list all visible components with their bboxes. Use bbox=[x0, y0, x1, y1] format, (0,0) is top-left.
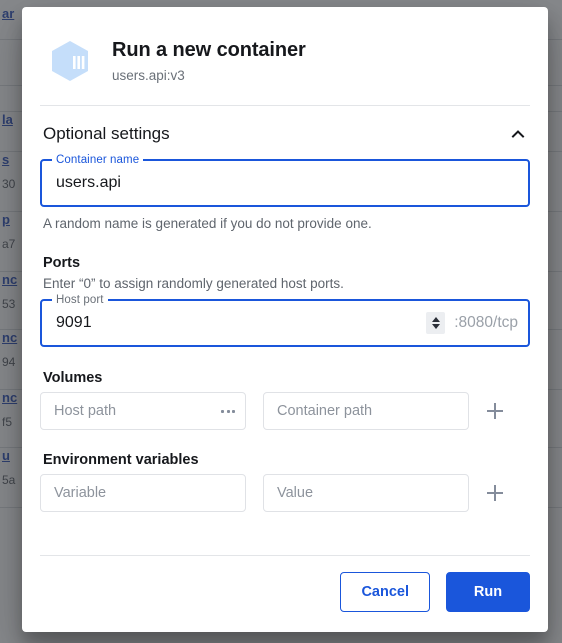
dialog-subtitle-image-tag: users.api:v3 bbox=[112, 68, 185, 83]
optional-settings-toggle[interactable]: Optional settings bbox=[40, 106, 530, 151]
volumes-section-title: Volumes bbox=[43, 370, 103, 386]
optional-settings-label: Optional settings bbox=[43, 124, 170, 143]
env-variable-field[interactable] bbox=[40, 474, 246, 512]
environment-variables-row bbox=[40, 474, 530, 512]
volume-container-path-input[interactable] bbox=[277, 393, 460, 429]
container-name-field[interactable]: Container name bbox=[40, 153, 530, 207]
stepper-up-arrow[interactable] bbox=[431, 317, 440, 322]
chevron-up-icon[interactable] bbox=[508, 124, 528, 144]
dialog-header: Run a new container users.api:v3 bbox=[22, 7, 548, 85]
container-name-label: Container name bbox=[52, 153, 144, 167]
stepper-down-arrow[interactable] bbox=[431, 324, 440, 329]
container-name-hint: A random name is generated if you do not… bbox=[43, 216, 372, 231]
add-env-variable-plus-icon[interactable] bbox=[484, 482, 506, 504]
volume-container-path-field[interactable] bbox=[263, 392, 469, 430]
page-title: Run a new container bbox=[112, 39, 306, 61]
cancel-button[interactable]: Cancel bbox=[340, 572, 430, 612]
host-port-input[interactable] bbox=[56, 301, 427, 345]
run-new-container-dialog: Run a new container users.api:v3 Optiona… bbox=[22, 7, 548, 632]
ellipsis-icon[interactable] bbox=[219, 404, 237, 419]
container-cube-icon bbox=[46, 37, 94, 85]
container-port-suffix: :8080/tcp bbox=[454, 314, 518, 331]
dialog-body: Optional settings Container name A rando… bbox=[22, 106, 548, 555]
dialog-header-text: Run a new container users.api:v3 bbox=[112, 35, 306, 84]
environment-variables-section-title: Environment variables bbox=[43, 452, 199, 468]
volume-host-path-input[interactable] bbox=[54, 393, 219, 429]
ports-section-hint: Enter “0” to assign randomly generated h… bbox=[43, 276, 344, 291]
env-value-input[interactable] bbox=[277, 475, 460, 511]
env-value-field[interactable] bbox=[263, 474, 469, 512]
add-volume-plus-icon[interactable] bbox=[484, 400, 506, 422]
container-name-input[interactable] bbox=[56, 161, 518, 205]
volumes-row bbox=[40, 392, 530, 430]
number-stepper-icon[interactable] bbox=[426, 312, 446, 334]
host-port-label: Host port bbox=[52, 293, 108, 307]
host-port-field[interactable]: Host port :8080/tcp bbox=[40, 293, 530, 347]
volume-host-path-field[interactable] bbox=[40, 392, 246, 430]
run-button[interactable]: Run bbox=[446, 572, 530, 612]
dialog-footer: Cancel Run bbox=[22, 556, 548, 632]
env-variable-input[interactable] bbox=[54, 475, 237, 511]
ports-section-title: Ports bbox=[43, 255, 81, 271]
